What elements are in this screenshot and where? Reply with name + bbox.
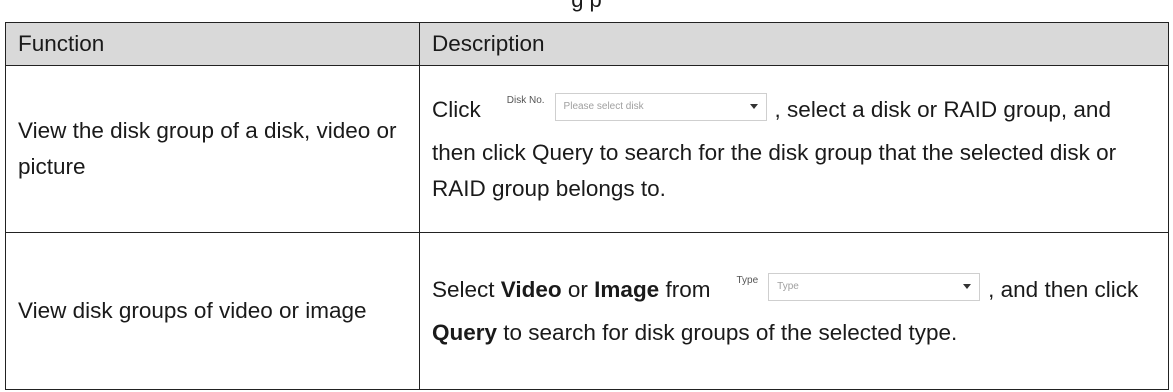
desc-text: Click (432, 96, 481, 122)
desc-text: Select (432, 276, 501, 302)
type-select-widget: Type Type (736, 272, 981, 301)
description-cell: Select Video or Image from Type Type , and … (419, 232, 1169, 390)
header-description: Description (419, 22, 1169, 66)
image-keyword: Image (594, 276, 660, 302)
description-cell: Click Disk No. Please select disk, select … (419, 65, 1169, 233)
function-cell: View the disk group of a disk, video or … (5, 65, 420, 233)
desc-text: to search for disk groups of the selecte… (497, 319, 958, 345)
desc-text: from (659, 276, 711, 302)
query-keyword: Query (432, 319, 498, 345)
disk-no-select: Please select disk (554, 92, 767, 121)
function-cell: View disk groups of video or image (5, 232, 420, 390)
table-row: View the disk group of a disk, video or … (5, 65, 1169, 233)
disk-select-placeholder: Please select disk (563, 100, 644, 112)
disk-no-label: Disk No. (506, 94, 545, 106)
type-select-placeholder: Type (777, 280, 799, 292)
function-description-table: Function Description View the disk group… (5, 22, 1169, 390)
table-caption: g p (0, 0, 1173, 12)
video-keyword: Video (500, 276, 562, 302)
desc-text: , and then click (988, 276, 1139, 302)
disk-no-select-widget: Disk No. Please select disk (506, 92, 767, 121)
chevron-down-icon (749, 104, 758, 109)
header-function: Function (5, 22, 420, 66)
table-row: View disk groups of video or image Selec… (5, 232, 1169, 390)
type-select: Type (768, 272, 981, 301)
chevron-down-icon (963, 284, 972, 289)
table-header-row: Function Description (5, 22, 1169, 66)
type-label: Type (736, 274, 759, 286)
desc-text: or (561, 276, 595, 302)
